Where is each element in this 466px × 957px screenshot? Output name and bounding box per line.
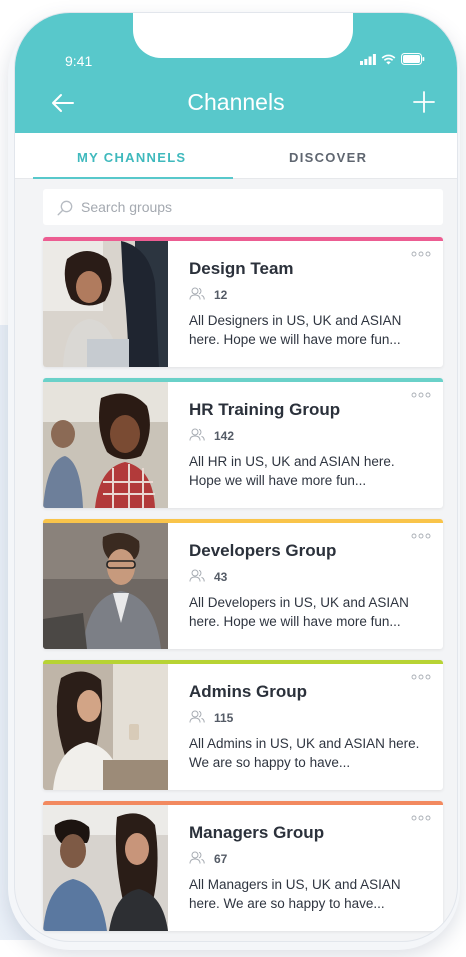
search-icon — [57, 200, 73, 216]
more-options-icon[interactable] — [411, 533, 431, 539]
wifi-icon — [381, 54, 396, 64]
channel-card-developers-group[interactable]: Developers Group 43 All Developers in US… — [43, 519, 443, 649]
channel-description: All Admins in US, UK and ASIAN here. We … — [189, 736, 420, 770]
channel-photo — [43, 382, 168, 508]
more-options-icon[interactable] — [411, 815, 431, 821]
people-icon — [189, 851, 205, 864]
member-count: 12 — [214, 288, 228, 302]
people-icon — [189, 710, 205, 723]
tab-my-channels[interactable]: MY CHANNELS — [77, 150, 186, 165]
channel-name: HR Training Group — [189, 400, 341, 419]
channel-name: Developers Group — [189, 541, 337, 560]
channel-card-admins-group[interactable]: Admins Group 115 All Admins in US, UK an… — [43, 660, 443, 790]
channel-name: Admins Group — [189, 682, 308, 701]
channel-description: All Managers in US, UK and ASIAN here. W… — [189, 877, 401, 911]
phone-notch — [133, 13, 353, 58]
add-channel-icon[interactable] — [413, 91, 435, 113]
channel-description: All Developers in US, UK and ASIAN here.… — [189, 595, 409, 629]
channel-name: Design Team — [189, 259, 294, 278]
signal-icon — [360, 53, 376, 65]
member-count: 67 — [214, 852, 228, 866]
channel-photo — [43, 523, 168, 649]
tab-discover[interactable]: DISCOVER — [289, 150, 367, 165]
channel-photo — [43, 805, 168, 931]
tab-bar: MY CHANNELS DISCOVER — [15, 133, 457, 179]
channel-card-design-team[interactable]: Design Team 12 All Designers in US, UK a… — [43, 237, 443, 367]
channel-photo — [43, 664, 168, 790]
channel-card-managers-group[interactable]: Managers Group 67 All Managers in US, UK… — [43, 801, 443, 931]
search-input[interactable] — [81, 189, 431, 225]
channel-photo — [43, 241, 168, 367]
member-count: 142 — [214, 429, 235, 443]
app-header: 9:41 Channels — [15, 13, 457, 133]
status-time: 9:41 — [65, 53, 93, 69]
status-icons — [360, 53, 425, 65]
people-icon — [189, 569, 205, 582]
more-options-icon[interactable] — [411, 251, 431, 257]
more-options-icon[interactable] — [411, 392, 431, 398]
channel-description: All HR in US, UK and ASIAN here. Hope we… — [189, 454, 395, 488]
member-count: 43 — [214, 570, 228, 584]
channel-description: All Designers in US, UK and ASIAN here. … — [189, 313, 402, 347]
people-icon — [189, 428, 205, 441]
battery-icon — [401, 53, 425, 65]
page-title: Channels — [187, 89, 285, 115]
search-box — [43, 189, 443, 225]
people-icon — [189, 287, 205, 300]
more-options-icon[interactable] — [411, 674, 431, 680]
phone-screen: 9:41 Channels MY CHANNELS DISCOVER Searc… — [14, 12, 458, 942]
active-tab-indicator — [33, 177, 233, 179]
channel-card-hr-training-group[interactable]: HR Training Group 142 All HR in US, UK a… — [43, 378, 443, 508]
channel-name: Managers Group — [189, 823, 325, 842]
member-count: 115 — [214, 711, 234, 725]
